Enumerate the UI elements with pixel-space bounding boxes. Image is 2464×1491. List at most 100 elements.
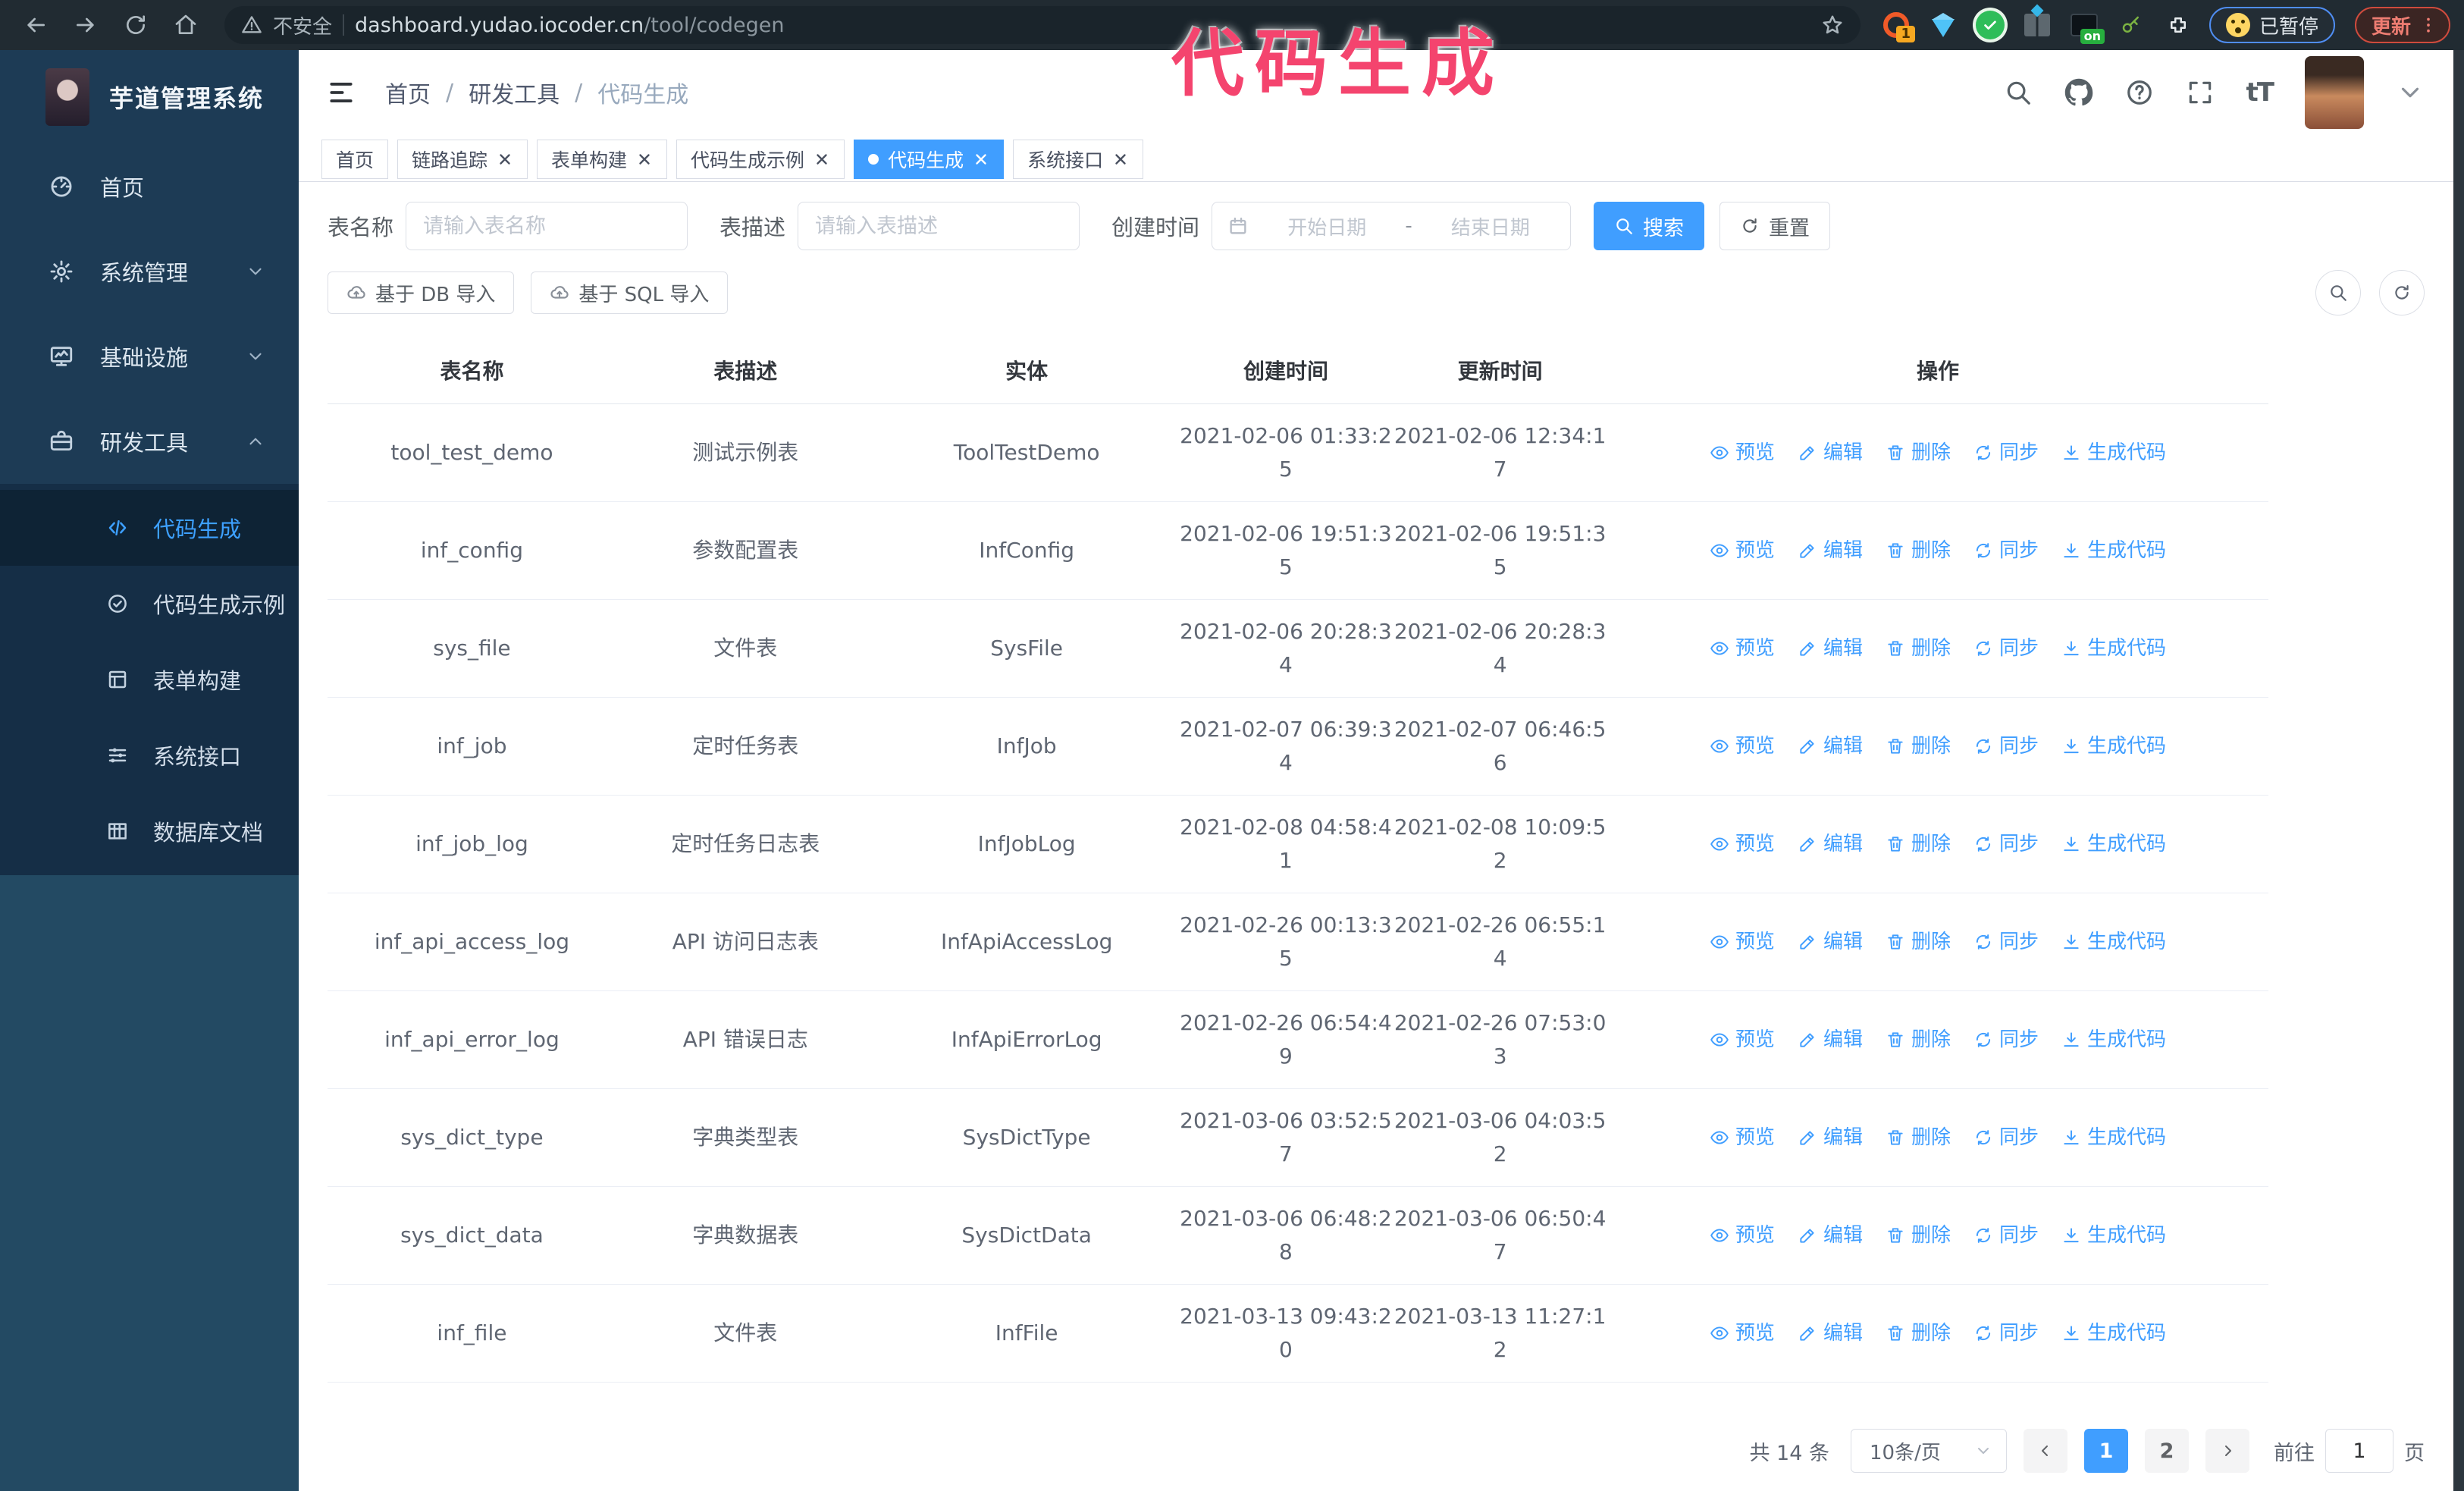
action-生成代码[interactable]: 生成代码 — [2061, 925, 2166, 959]
sidebar-item-研发工具[interactable]: 研发工具 — [0, 399, 299, 484]
reset-button[interactable]: 重置 — [1719, 202, 1831, 250]
font-size-icon[interactable]: tT — [2246, 77, 2274, 108]
sidebar-subitem-代码生成[interactable]: 代码生成 — [0, 490, 299, 566]
action-删除[interactable]: 删除 — [1886, 730, 1951, 763]
action-删除[interactable]: 删除 — [1886, 1317, 1951, 1350]
tab-系统接口[interactable]: 系统接口 — [1013, 140, 1144, 179]
tab-表单构建[interactable]: 表单构建 — [537, 140, 668, 179]
toggle-search-button[interactable] — [2315, 270, 2361, 315]
import-db-button[interactable]: 基于 DB 导入 — [328, 272, 515, 314]
action-删除[interactable]: 删除 — [1886, 1121, 1951, 1154]
action-删除[interactable]: 删除 — [1886, 1023, 1951, 1056]
hamburger-icon[interactable] — [324, 76, 358, 109]
import-sql-button[interactable]: 基于 SQL 导入 — [531, 272, 729, 314]
paused-profile-chip[interactable]: 已暂停 — [2209, 7, 2335, 43]
close-tab-icon[interactable] — [1112, 151, 1129, 168]
action-删除[interactable]: 删除 — [1886, 436, 1951, 469]
sidebar-item-基础设施[interactable]: 基础设施 — [0, 314, 299, 399]
table-name-input[interactable] — [406, 202, 688, 250]
action-删除[interactable]: 删除 — [1886, 632, 1951, 665]
action-同步[interactable]: 同步 — [1973, 1317, 2039, 1350]
tab-代码生成示例[interactable]: 代码生成示例 — [676, 140, 845, 179]
bookmark-star-icon[interactable] — [1821, 14, 1844, 36]
action-预览[interactable]: 预览 — [1710, 925, 1775, 959]
shield-extension-icon[interactable] — [1975, 11, 2005, 39]
action-同步[interactable]: 同步 — [1973, 1023, 2039, 1056]
action-同步[interactable]: 同步 — [1973, 632, 2039, 665]
action-编辑[interactable]: 编辑 — [1798, 1219, 1863, 1252]
action-同步[interactable]: 同步 — [1973, 827, 2039, 861]
sidebar-subitem-表单构建[interactable]: 表单构建 — [0, 642, 299, 717]
tab-首页[interactable]: 首页 — [321, 140, 389, 179]
table-desc-input[interactable] — [798, 202, 1080, 250]
action-同步[interactable]: 同步 — [1973, 1219, 2039, 1252]
action-预览[interactable]: 预览 — [1710, 436, 1775, 469]
action-生成代码[interactable]: 生成代码 — [2061, 827, 2166, 861]
action-编辑[interactable]: 编辑 — [1798, 1121, 1863, 1154]
sidebar-subitem-系统接口[interactable]: 系统接口 — [0, 717, 299, 793]
browser-scrollbar[interactable] — [2453, 50, 2464, 1491]
page-size-select[interactable]: 10条/页 — [1851, 1429, 2007, 1473]
close-tab-icon[interactable] — [636, 151, 653, 168]
action-编辑[interactable]: 编辑 — [1798, 534, 1863, 567]
home-button[interactable] — [171, 10, 201, 40]
close-tab-icon[interactable] — [497, 151, 513, 168]
search-icon[interactable] — [2004, 78, 2033, 107]
address-bar[interactable]: 不安全 dashboard.yudao.iocoder.cn/tool/code… — [224, 6, 1861, 44]
columns-extension-icon[interactable] — [2023, 11, 2052, 39]
search-button[interactable]: 搜索 — [1594, 202, 1705, 250]
breadcrumb-item[interactable]: 研发工具 — [469, 76, 560, 109]
action-生成代码[interactable]: 生成代码 — [2061, 1121, 2166, 1154]
action-删除[interactable]: 删除 — [1886, 827, 1951, 861]
app-logo[interactable]: 芋道管理系统 — [0, 50, 299, 144]
action-编辑[interactable]: 编辑 — [1798, 1023, 1863, 1056]
goto-page-input[interactable] — [2325, 1429, 2393, 1473]
action-编辑[interactable]: 编辑 — [1798, 436, 1863, 469]
browser-update-button[interactable]: 更新 — [2354, 7, 2450, 43]
page-button-1[interactable]: 1 — [2084, 1429, 2128, 1473]
fullscreen-icon[interactable] — [2186, 78, 2215, 107]
action-同步[interactable]: 同步 — [1973, 925, 2039, 959]
action-编辑[interactable]: 编辑 — [1798, 925, 1863, 959]
sidebar-item-首页[interactable]: 首页 — [0, 144, 299, 229]
action-预览[interactable]: 预览 — [1710, 1023, 1775, 1056]
page-button-2[interactable]: 2 — [2145, 1429, 2189, 1473]
action-删除[interactable]: 删除 — [1886, 1219, 1951, 1252]
dark-extension-icon[interactable]: on — [2070, 11, 2105, 44]
action-同步[interactable]: 同步 — [1973, 534, 2039, 567]
action-预览[interactable]: 预览 — [1710, 534, 1775, 567]
forward-button[interactable] — [71, 10, 101, 40]
github-icon[interactable] — [2064, 78, 2093, 107]
reload-button[interactable] — [121, 10, 151, 40]
sidebar-subitem-代码生成示例[interactable]: 代码生成示例 — [0, 566, 299, 642]
action-编辑[interactable]: 编辑 — [1798, 730, 1863, 763]
back-button[interactable] — [20, 10, 51, 40]
close-tab-icon[interactable] — [813, 151, 830, 168]
action-预览[interactable]: 预览 — [1710, 1121, 1775, 1154]
sidebar-item-系统管理[interactable]: 系统管理 — [0, 229, 299, 314]
action-预览[interactable]: 预览 — [1710, 632, 1775, 665]
action-删除[interactable]: 删除 — [1886, 534, 1951, 567]
action-生成代码[interactable]: 生成代码 — [2061, 1219, 2166, 1252]
gem-extension-icon[interactable] — [1929, 11, 1958, 39]
prev-page-button[interactable] — [2024, 1429, 2067, 1473]
action-编辑[interactable]: 编辑 — [1798, 1317, 1863, 1350]
action-生成代码[interactable]: 生成代码 — [2061, 1317, 2166, 1350]
action-生成代码[interactable]: 生成代码 — [2061, 436, 2166, 469]
next-page-button[interactable] — [2205, 1429, 2249, 1473]
tab-代码生成[interactable]: 代码生成 — [854, 140, 1005, 179]
close-tab-icon[interactable] — [973, 151, 989, 168]
action-预览[interactable]: 预览 — [1710, 1219, 1775, 1252]
action-同步[interactable]: 同步 — [1973, 1121, 2039, 1154]
ublock-extension-icon[interactable]: 1 — [1882, 11, 1915, 42]
create-time-range-picker[interactable]: 开始日期 - 结束日期 — [1212, 202, 1572, 250]
action-预览[interactable]: 预览 — [1710, 1317, 1775, 1350]
key-extension-icon[interactable] — [2117, 11, 2146, 39]
action-预览[interactable]: 预览 — [1710, 827, 1775, 861]
sidebar-subitem-数据库文档[interactable]: 数据库文档 — [0, 793, 299, 869]
action-生成代码[interactable]: 生成代码 — [2061, 1023, 2166, 1056]
avatar[interactable] — [2305, 56, 2364, 129]
action-生成代码[interactable]: 生成代码 — [2061, 730, 2166, 763]
tab-链路追踪[interactable]: 链路追踪 — [397, 140, 528, 179]
action-同步[interactable]: 同步 — [1973, 436, 2039, 469]
